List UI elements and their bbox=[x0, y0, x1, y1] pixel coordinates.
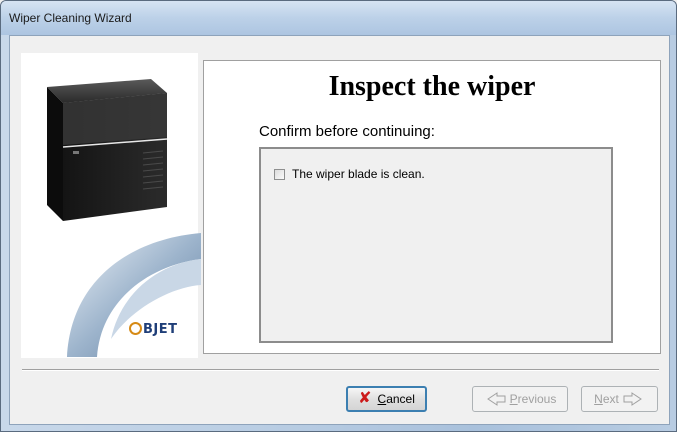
cancel-button[interactable]: ✘ Cancel bbox=[346, 386, 427, 412]
checklist-box: The wiper blade is clean. bbox=[259, 147, 613, 343]
side-image-panel: BJET bbox=[21, 53, 201, 358]
printer-image bbox=[47, 79, 168, 221]
previous-label: Previous bbox=[509, 392, 557, 406]
next-label: Next bbox=[594, 392, 619, 406]
wizard-client-area: BJET Inspect the wiper Confirm before co… bbox=[9, 35, 670, 425]
right-arrow-icon bbox=[623, 392, 642, 406]
left-arrow-icon bbox=[486, 392, 506, 406]
separator bbox=[22, 369, 659, 371]
confirm-label: Confirm before continuing: bbox=[259, 123, 435, 140]
page-title: Inspect the wiper bbox=[328, 71, 536, 102]
window-title: Wiper Cleaning Wizard bbox=[9, 11, 132, 25]
previous-button[interactable]: Previous bbox=[472, 386, 568, 412]
wizard-window: Wiper Cleaning Wizard BJET Inspect the w… bbox=[0, 0, 677, 432]
cancel-label: Cancel bbox=[377, 392, 415, 406]
swoosh-graphic bbox=[67, 233, 201, 357]
checkbox-label[interactable]: The wiper blade is clean. bbox=[292, 167, 425, 181]
next-button[interactable]: Next bbox=[581, 386, 658, 412]
checklist-item[interactable]: The wiper blade is clean. bbox=[274, 167, 425, 181]
main-panel: Inspect the wiper Confirm before continu… bbox=[203, 60, 661, 354]
objet-logo: BJET bbox=[129, 322, 178, 337]
wiper-clean-checkbox[interactable] bbox=[274, 168, 285, 180]
title-bar[interactable]: Wiper Cleaning Wizard bbox=[1, 1, 676, 35]
logo-o-icon bbox=[129, 322, 142, 335]
red-x-icon: ✘ bbox=[358, 390, 372, 407]
